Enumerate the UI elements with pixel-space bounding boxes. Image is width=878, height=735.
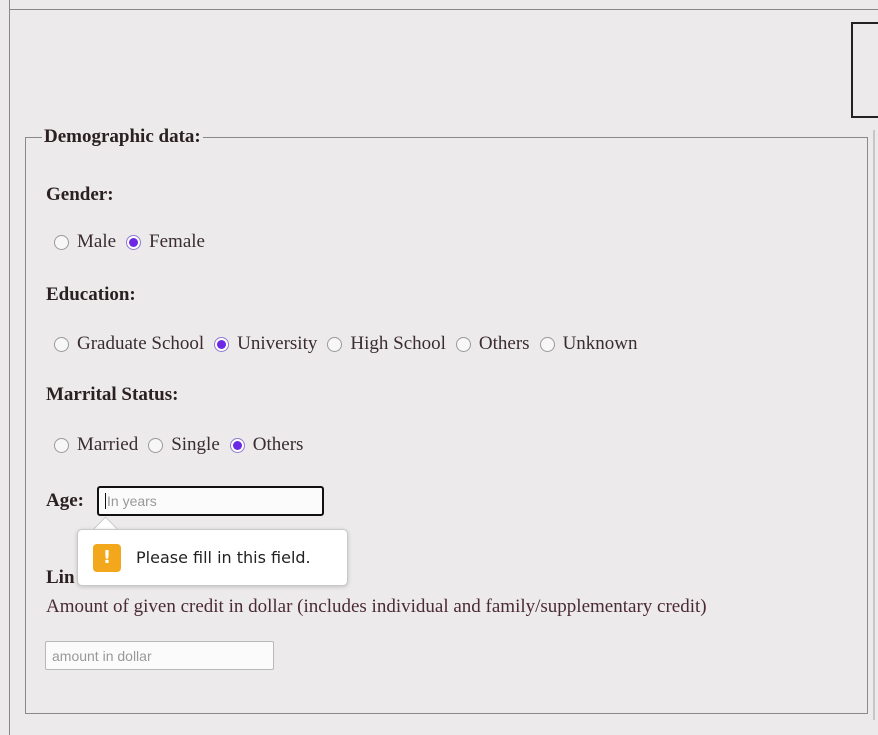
- age-input[interactable]: In years: [97, 486, 324, 516]
- page-left-border: [9, 0, 10, 735]
- marital-single-radio[interactable]: [148, 437, 164, 453]
- education-unknown-radio[interactable]: [539, 336, 555, 352]
- education-others-radio[interactable]: [455, 336, 471, 352]
- education-unknown-label[interactable]: Unknown: [563, 333, 638, 355]
- marital-others-radio[interactable]: [229, 437, 245, 453]
- amount-input[interactable]: amount in dollar: [45, 641, 274, 670]
- limit-heading: Lin: [46, 567, 75, 588]
- age-placeholder: In years: [107, 493, 157, 509]
- marital-married-label[interactable]: Married: [77, 434, 138, 456]
- validation-message: Please fill in this field.: [136, 548, 311, 567]
- marital-married-radio[interactable]: [54, 437, 69, 453]
- text-caret: [105, 493, 106, 509]
- marital-others-label[interactable]: Others: [253, 434, 304, 456]
- gender-male-radio[interactable]: [54, 234, 69, 250]
- education-highschool-label[interactable]: High School: [350, 333, 446, 355]
- demographic-fieldset: Demographic data:: [25, 126, 868, 714]
- demographic-legend: Demographic data:: [44, 126, 201, 147]
- gender-label: Gender:: [46, 184, 114, 205]
- education-label: Education:: [46, 284, 136, 305]
- education-others-label[interactable]: Others: [479, 333, 530, 355]
- limit-description: Amount of given credit in dollar (includ…: [46, 596, 707, 617]
- education-university-label[interactable]: University: [237, 333, 317, 355]
- education-graduate-label[interactable]: Graduate School: [77, 333, 204, 355]
- marital-status-label: Marrital Status:: [46, 384, 179, 405]
- education-graduate-radio[interactable]: [54, 336, 69, 352]
- marital-single-label[interactable]: Single: [171, 434, 220, 456]
- education-highschool-radio[interactable]: [327, 336, 343, 352]
- warning-icon: !: [93, 543, 121, 572]
- gender-male-label[interactable]: Male: [77, 231, 116, 253]
- marital-radio-group: Married Single Others: [54, 434, 313, 456]
- page-top-border: [9, 9, 878, 10]
- gender-female-label[interactable]: Female: [149, 231, 205, 253]
- gender-radio-group: Male Female: [54, 231, 215, 253]
- amount-placeholder: amount in dollar: [52, 647, 152, 664]
- education-radio-group: Graduate School University High School O…: [54, 333, 648, 355]
- validation-tooltip: ! Please fill in this field.: [77, 529, 348, 586]
- right-panel-divider: [873, 130, 875, 720]
- education-university-radio[interactable]: [214, 336, 230, 352]
- gender-female-radio[interactable]: [126, 234, 142, 250]
- top-right-box: [851, 22, 878, 118]
- age-label: Age:: [46, 490, 84, 511]
